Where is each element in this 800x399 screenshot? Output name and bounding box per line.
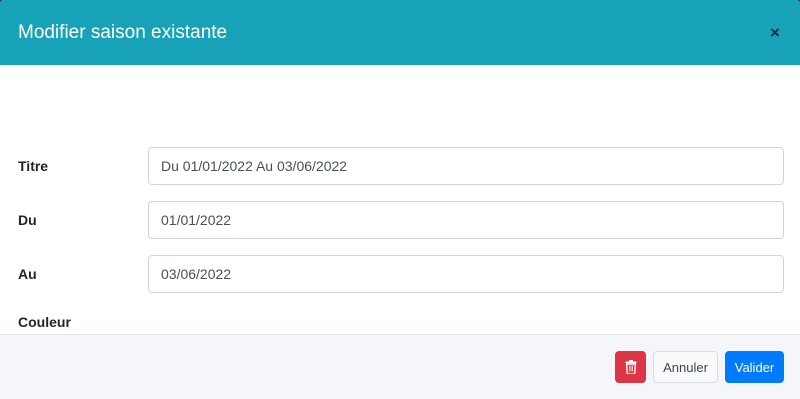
edit-season-modal: Modifier saison existante × Titre Du Au …	[0, 0, 800, 399]
titre-row: Titre	[18, 147, 784, 185]
du-row: Du	[18, 201, 784, 239]
couleur-label: Couleur	[18, 314, 71, 330]
close-button[interactable]: ×	[767, 24, 783, 41]
du-date-input[interactable]	[148, 201, 784, 239]
du-label: Du	[18, 212, 37, 228]
modal-header: Modifier saison existante ×	[0, 0, 800, 65]
au-label: Au	[18, 266, 37, 282]
modal-body: Titre Du Au Couleur FermetureVacancesBas…	[0, 65, 800, 367]
delete-button[interactable]	[615, 351, 646, 383]
trash-icon	[625, 360, 636, 374]
au-date-input[interactable]	[148, 255, 784, 293]
titre-label: Titre	[18, 158, 49, 174]
titre-input[interactable]	[148, 147, 784, 185]
au-row: Au	[18, 255, 784, 293]
modal-footer: Annuler Valider	[0, 334, 800, 399]
submit-button[interactable]: Valider	[725, 351, 784, 383]
modal-title: Modifier saison existante	[18, 21, 228, 43]
cancel-button[interactable]: Annuler	[653, 351, 718, 383]
